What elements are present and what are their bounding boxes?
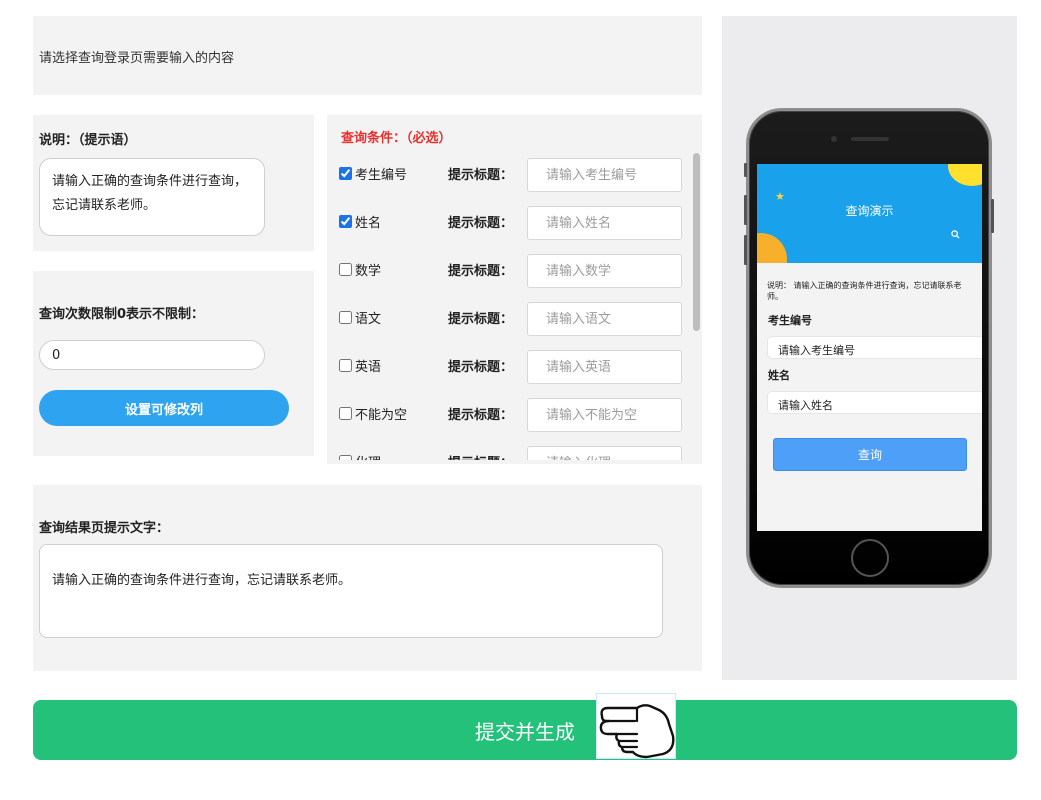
preview-banner: ★ 查询演示 [757, 164, 982, 263]
condition-checkbox[interactable] [339, 311, 352, 324]
conditions-scrollbar[interactable] [693, 153, 700, 331]
hint-title-input[interactable] [527, 254, 682, 288]
conditions-list[interactable]: 考生编号 提示标题： 姓名 提示标题： 数学 提示标题： 语文 提示标题： 英语… [327, 158, 691, 460]
query-limit-panel: 查询次数限制0表示不限制： 设置可修改列 [33, 271, 314, 456]
intro-text: 请选择查询登录页需要输入的内容 [39, 51, 235, 66]
preview-banner-title: 查询演示 [845, 204, 894, 218]
phone-screen: ★ 查询演示 说明： 请输入正确的查询条件进行查询，忘记请联系老师。 考生编号 … [757, 164, 982, 531]
condition-name: 化理 [355, 452, 381, 460]
description-panel: 说明：（提示语） 请输入正确的查询条件进行查询，忘记请联系老师。 [33, 115, 314, 251]
condition-row: 考生编号 提示标题： [327, 158, 691, 206]
hint-title-input[interactable] [527, 158, 682, 192]
mute-switch [744, 163, 747, 177]
query-limit-label: 查询次数限制0表示不限制： [39, 307, 205, 322]
hand-pointer-icon [596, 693, 676, 759]
result-textarea[interactable]: 请输入正确的查询条件进行查询，忘记请联系老师。 [39, 544, 663, 638]
result-text-label: 查询结果页提示文字： [39, 521, 170, 536]
condition-name: 考生编号 [355, 168, 408, 183]
query-limit-input[interactable] [39, 340, 265, 370]
volume-down-button [744, 235, 747, 265]
mobile-preview-panel: ★ 查询演示 说明： 请输入正确的查询条件进行查询，忘记请联系老师。 考生编号 … [722, 16, 1017, 680]
hint-title-input[interactable] [527, 350, 682, 384]
result-text-panel: 查询结果页提示文字： 请输入正确的查询条件进行查询，忘记请联系老师。 [33, 485, 702, 671]
hint-title-label: 提示标题： [448, 312, 514, 327]
condition-checkbox[interactable] [339, 359, 352, 372]
hint-title-label: 提示标题： [448, 360, 514, 375]
volume-up-button [744, 195, 747, 225]
hint-title-input[interactable] [527, 206, 682, 240]
condition-name: 数学 [355, 264, 382, 279]
condition-checkbox[interactable] [339, 455, 352, 460]
description-label: 说明：（提示语） [39, 133, 137, 148]
preview-note: 说明： 请输入正确的查询条件进行查询，忘记请联系老师。 [767, 281, 962, 301]
condition-name: 英语 [355, 360, 382, 375]
moon-decoration [757, 233, 787, 263]
condition-name: 姓名 [355, 216, 382, 231]
phone-frame: ★ 查询演示 说明： 请输入正确的查询条件进行查询，忘记请联系老师。 考生编号 … [744, 108, 994, 588]
condition-row: 数学 提示标题： [327, 254, 691, 302]
condition-row: 姓名 提示标题： [327, 206, 691, 254]
condition-name: 不能为空 [355, 408, 408, 423]
intro-panel: 请选择查询登录页需要输入的内容 [33, 16, 702, 95]
home-button [851, 539, 889, 577]
set-editable-columns-button[interactable]: 设置可修改列 [39, 390, 289, 426]
hint-title-input[interactable] [527, 446, 682, 460]
submit-generate-button[interactable]: 提交并生成 [33, 700, 1017, 760]
power-button [991, 199, 994, 233]
hint-title-input[interactable] [527, 398, 682, 432]
condition-checkbox[interactable] [339, 263, 352, 276]
query-conditions-panel: 查询条件：（必选） 考生编号 提示标题： 姓名 提示标题： 数学 提示标题： 语… [327, 115, 702, 464]
condition-row: 不能为空 提示标题： [327, 398, 691, 446]
preview-field-label: 姓名 [768, 369, 790, 382]
search-icon[interactable] [951, 230, 960, 242]
hint-title-label: 提示标题： [448, 408, 514, 423]
hint-title-label: 提示标题： [448, 168, 514, 183]
condition-name: 语文 [355, 312, 382, 327]
condition-row: 英语 提示标题： [327, 350, 691, 398]
preview-field-input[interactable]: 请输入姓名 [767, 391, 982, 414]
hint-title-label: 提示标题： [448, 216, 514, 231]
preview-query-button[interactable]: 查询 [773, 438, 967, 471]
conditions-title: 查询条件：（必选） [341, 131, 452, 146]
condition-checkbox[interactable] [339, 167, 352, 180]
hint-title-input[interactable] [527, 302, 682, 336]
hint-title-label: 提示标题： [448, 452, 513, 460]
preview-field-input[interactable]: 请输入考生编号 [767, 336, 982, 359]
description-textarea[interactable]: 请输入正确的查询条件进行查询，忘记请联系老师。 [39, 158, 265, 236]
condition-checkbox[interactable] [339, 215, 352, 228]
condition-checkbox[interactable] [339, 407, 352, 420]
condition-row: 语文 提示标题： [327, 302, 691, 350]
preview-field-label: 考生编号 [768, 314, 812, 327]
condition-row: 化理 提示标题： [327, 446, 691, 460]
hint-title-label: 提示标题： [448, 264, 514, 279]
camera-icon [831, 136, 837, 142]
speaker-grille [851, 137, 889, 141]
sun-decoration [948, 164, 982, 186]
